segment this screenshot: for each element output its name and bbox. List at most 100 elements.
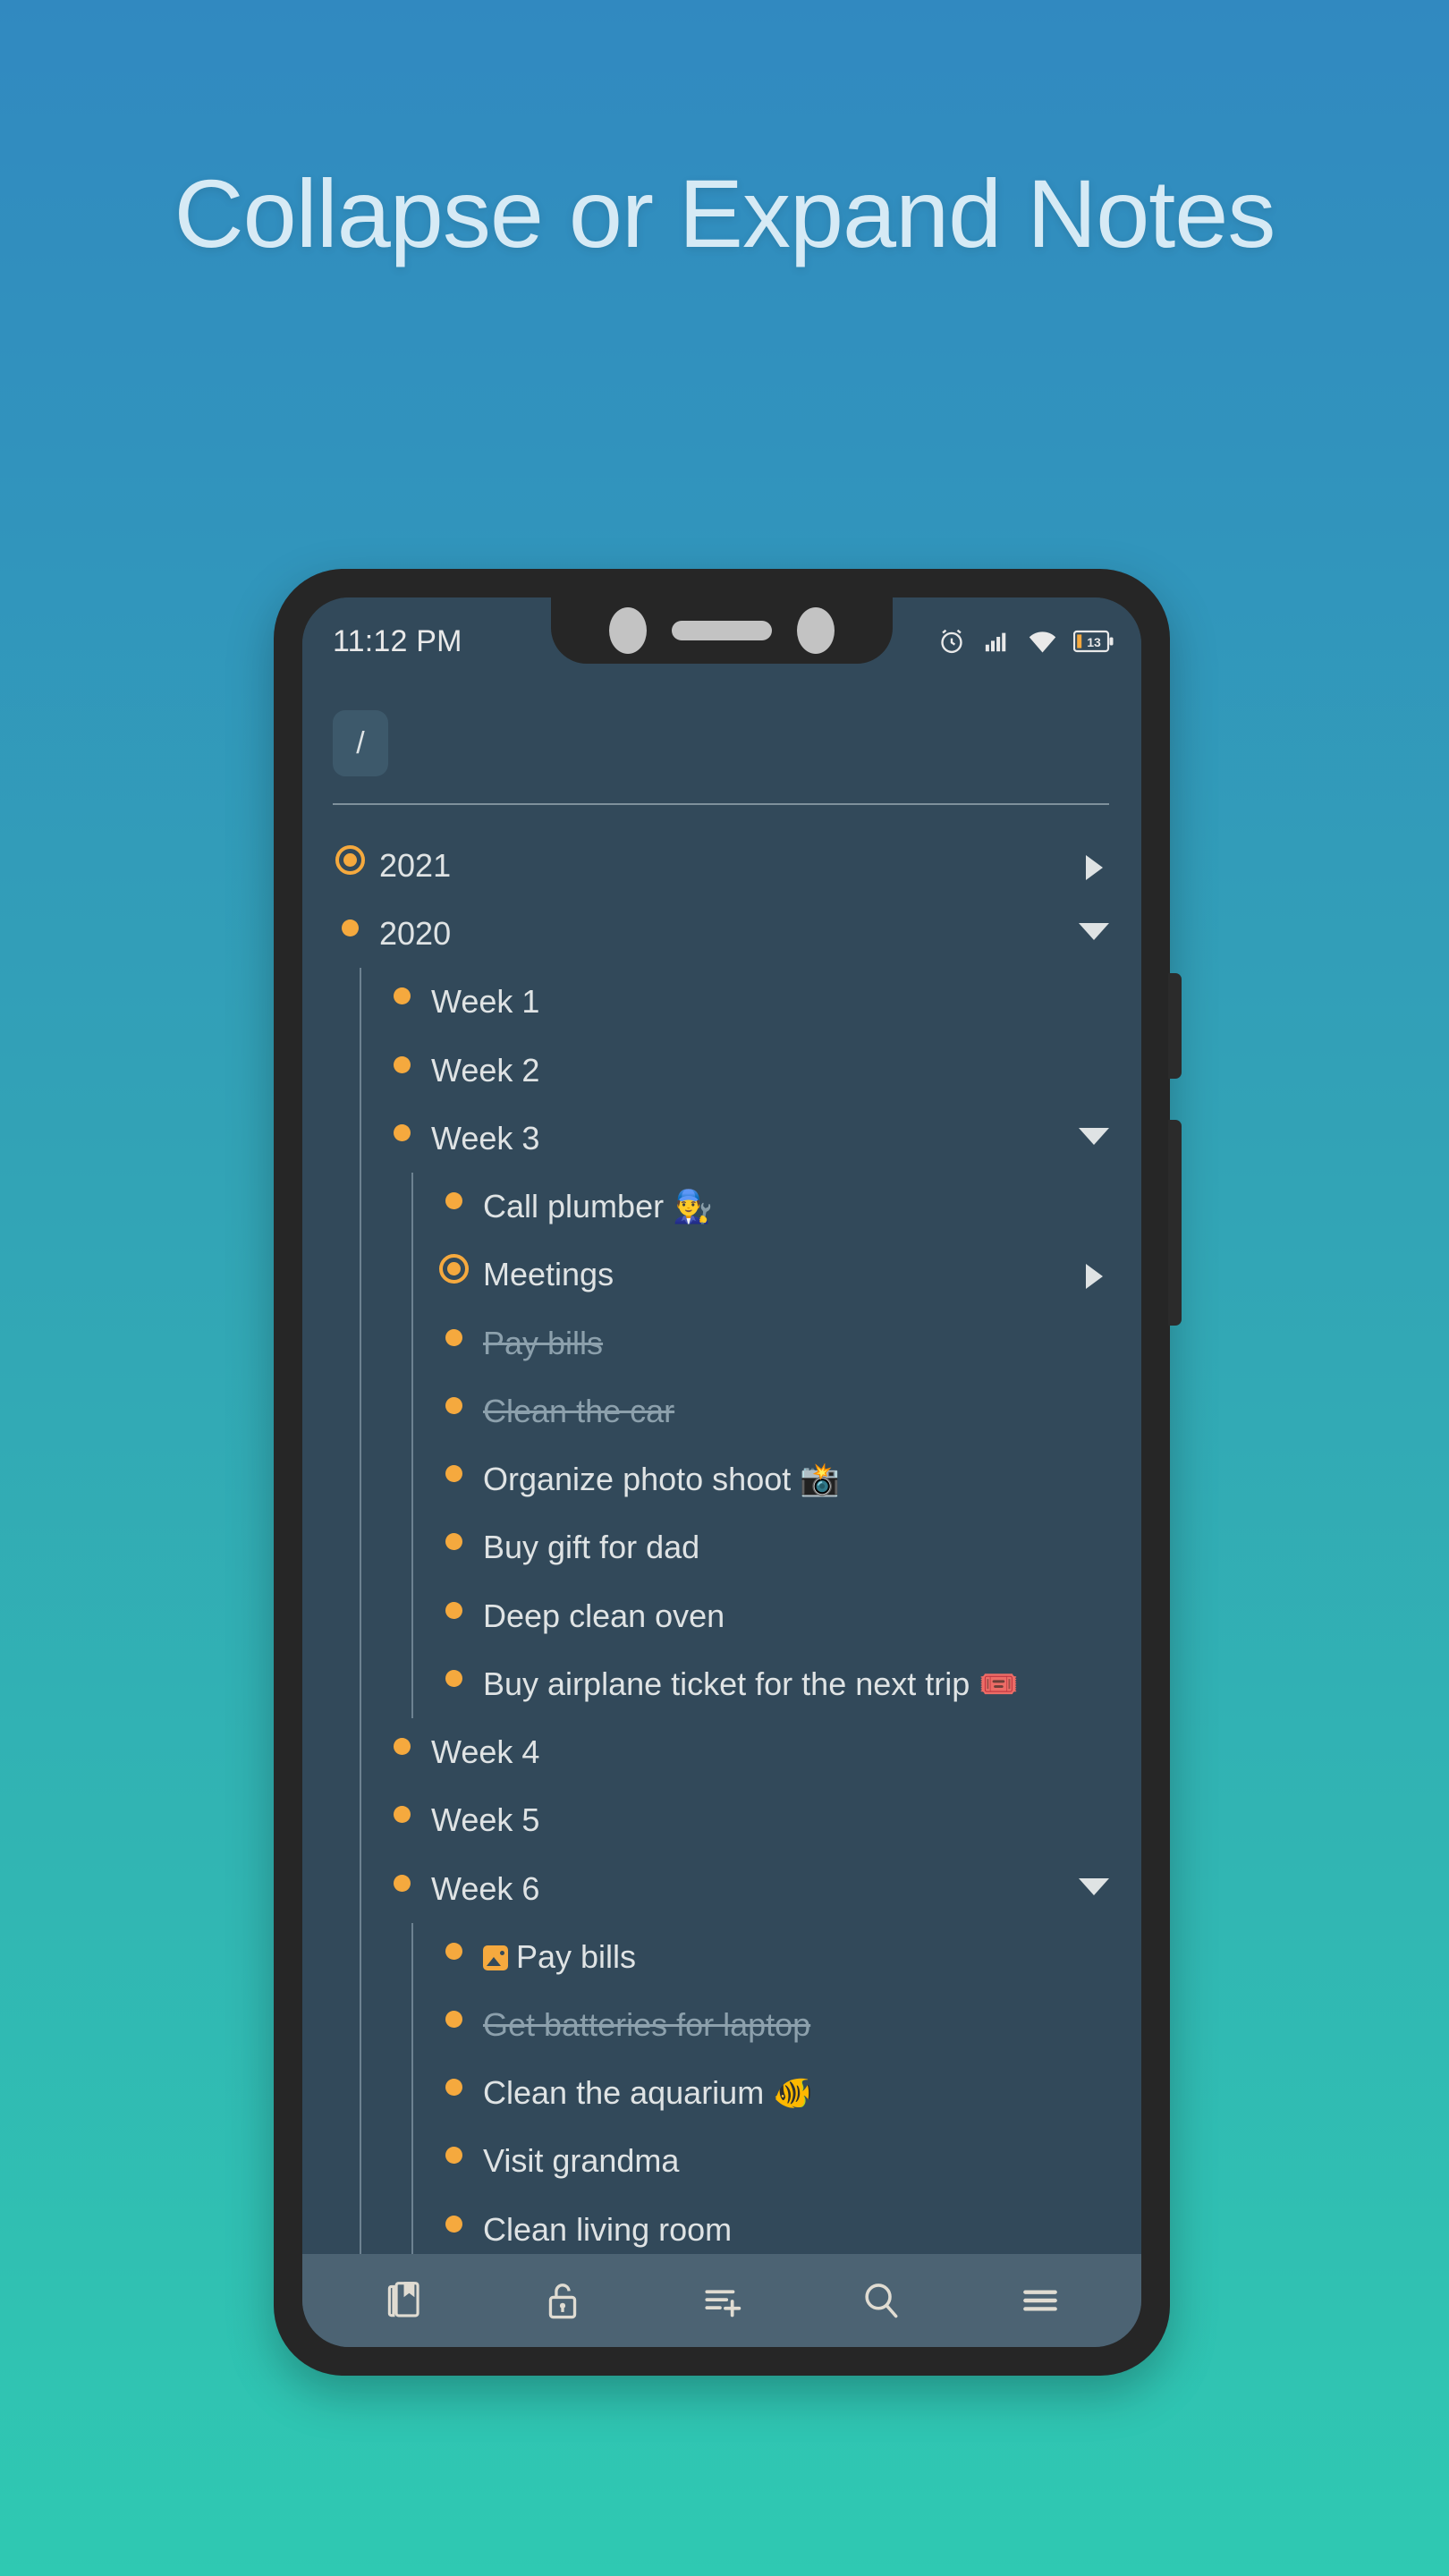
chevron-down-icon[interactable]	[1073, 1105, 1114, 1145]
outline-row-label: Clean the car	[483, 1392, 675, 1429]
outline-row-main[interactable]: Week 4	[381, 1718, 1073, 1786]
chevron-placeholder	[1073, 1786, 1114, 1809]
image-attachment-icon	[483, 1945, 508, 1970]
outline-row[interactable]: Buy gift for dad	[302, 1513, 1141, 1581]
outline-row-main[interactable]: 2021	[329, 832, 1073, 900]
outline-row[interactable]: Week 3	[302, 1105, 1141, 1173]
chevron-down-icon[interactable]	[1073, 1855, 1114, 1895]
outline-row-main[interactable]: Week 2	[381, 1037, 1073, 1105]
bullet-dot-icon[interactable]	[381, 1718, 422, 1756]
bullet-dot-icon[interactable]	[433, 1377, 474, 1414]
outline-row[interactable]: Week 1	[302, 968, 1141, 1036]
outline-row-main[interactable]: Pay bills	[433, 1923, 1073, 1991]
notebooks-icon[interactable]	[381, 2278, 426, 2323]
menu-icon[interactable]	[1018, 2278, 1063, 2323]
chevron-right-icon[interactable]	[1073, 832, 1114, 880]
outline-row-main[interactable]: Clean the aquarium 🐠	[433, 2059, 1073, 2127]
outline-row-label: Get batteries for laptop	[483, 2005, 811, 2043]
outline-group: Week 2	[302, 1036, 1141, 1105]
breadcrumb-root[interactable]: /	[333, 710, 388, 776]
chevron-placeholder	[1073, 1037, 1114, 1060]
outline-row-label: Buy airplane ticket for the next trip 🎟️	[483, 1665, 1020, 1702]
outline-group: Call plumber 👨‍🔧	[302, 1173, 1141, 1241]
bullet-dot-icon[interactable]	[381, 1105, 422, 1141]
outline-row-main[interactable]: Week 3	[381, 1105, 1073, 1173]
bullet-dot-icon[interactable]	[433, 1173, 474, 1210]
outline-row-main[interactable]: Buy gift for dad	[433, 1513, 1073, 1581]
outline-row-main[interactable]: Deep clean oven	[433, 1582, 1073, 1650]
outline-row[interactable]: 2020	[302, 900, 1141, 968]
outline-row[interactable]: Clean the car	[302, 1377, 1141, 1445]
chevron-placeholder	[1073, 1991, 1114, 2014]
bullet-dot-icon[interactable]	[433, 1991, 474, 2028]
outline-row-main[interactable]: Pay bills	[433, 1309, 1073, 1377]
outline-row-main[interactable]: Organize photo shoot 📸	[433, 1445, 1073, 1513]
outline-row-main[interactable]: Week 1	[381, 968, 1073, 1036]
phone-screen: 11:12 PM 13 / 2021 2020 Week 1 Week 2 We…	[302, 597, 1141, 2347]
bullet-dot-icon[interactable]	[433, 1650, 474, 1687]
bullet-dot-icon[interactable]	[381, 1037, 422, 1073]
outline-row-main[interactable]: Week 5	[381, 1786, 1073, 1854]
bullet-ring-icon[interactable]	[329, 832, 370, 875]
outline-row[interactable]: Get batteries for laptop	[302, 1991, 1141, 2059]
outline-group: Clean the aquarium 🐠	[302, 2059, 1141, 2128]
bullet-dot-icon[interactable]	[433, 1513, 474, 1551]
outline-row[interactable]: Week 6	[302, 1855, 1141, 1923]
bullet-dot-icon[interactable]	[433, 1582, 474, 1619]
outline-row-main[interactable]: 2020	[329, 900, 1073, 968]
outline-row-main[interactable]: Call plumber 👨‍🔧	[433, 1173, 1073, 1241]
chevron-down-icon[interactable]	[1073, 900, 1114, 941]
outline-row[interactable]: Visit grandma	[302, 2127, 1141, 2195]
outline-group: Buy airplane ticket for the next trip 🎟️	[302, 1649, 1141, 1719]
outline-row[interactable]: Clean the aquarium 🐠	[302, 2059, 1141, 2127]
unlock-icon[interactable]	[540, 2278, 585, 2323]
outline-row[interactable]: Call plumber 👨‍🔧	[302, 1173, 1141, 1241]
outline-row-label: Buy gift for dad	[483, 1529, 700, 1566]
outline-row-label: 2021	[379, 847, 452, 884]
outline-row[interactable]: Buy airplane ticket for the next trip 🎟️	[302, 1650, 1141, 1718]
outline-row-label: Organize photo shoot 📸	[483, 1461, 841, 1498]
bullet-dot-icon[interactable]	[329, 900, 370, 937]
outline-group: Buy gift for dad	[302, 1513, 1141, 1582]
bullet-dot-icon[interactable]	[433, 1445, 474, 1483]
outline-group: Pay bills	[302, 1922, 1141, 1991]
outline-row-main[interactable]: Clean the car	[433, 1377, 1073, 1445]
bullet-dot-icon[interactable]	[433, 2127, 474, 2165]
volume-button[interactable]	[1168, 973, 1182, 1079]
outline-group: Pay bills	[302, 1309, 1141, 1377]
outline-row[interactable]: Pay bills	[302, 1923, 1141, 1991]
outline-group: Get batteries for laptop	[302, 1990, 1141, 2060]
bullet-dot-icon[interactable]	[381, 968, 422, 1005]
outline-row[interactable]: Week 5	[302, 1786, 1141, 1854]
battery-level: 13	[1087, 635, 1101, 649]
outline-group: Week 4	[302, 1718, 1141, 1787]
outline-row[interactable]: Meetings	[302, 1241, 1141, 1309]
outline-row[interactable]: Organize photo shoot 📸	[302, 1445, 1141, 1513]
bullet-ring-icon[interactable]	[433, 1241, 474, 1284]
bullet-dot-icon[interactable]	[433, 1309, 474, 1346]
outline-row-main[interactable]: Meetings	[433, 1241, 1073, 1309]
chevron-right-icon[interactable]	[1073, 1241, 1114, 1290]
outline-row-label: Week 5	[431, 1801, 540, 1839]
outline-row-main[interactable]: Buy airplane ticket for the next trip 🎟️	[433, 1650, 1073, 1718]
bullet-dot-icon[interactable]	[433, 2196, 474, 2233]
search-icon[interactable]	[859, 2278, 903, 2323]
bullet-dot-icon[interactable]	[433, 1923, 474, 1960]
outline-row-main[interactable]: Week 6	[381, 1855, 1073, 1923]
outline-row[interactable]: Pay bills	[302, 1309, 1141, 1377]
outline-row[interactable]: Week 4	[302, 1718, 1141, 1786]
outline-row[interactable]: Week 2	[302, 1037, 1141, 1105]
outline-row-label: Meetings	[483, 1256, 614, 1293]
power-button[interactable]	[1168, 1120, 1182, 1326]
chevron-placeholder	[1073, 1309, 1114, 1333]
outline-row[interactable]: 2021	[302, 832, 1141, 900]
bottom-toolbar	[302, 2254, 1141, 2347]
outline-row[interactable]: Deep clean oven	[302, 1582, 1141, 1650]
bullet-dot-icon[interactable]	[381, 1855, 422, 1892]
outline-row-main[interactable]: Get batteries for laptop	[433, 1991, 1073, 2059]
bullet-dot-icon[interactable]	[433, 2059, 474, 2097]
add-note-icon[interactable]	[699, 2278, 744, 2323]
outline-row-main[interactable]: Visit grandma	[433, 2127, 1073, 2195]
outline-group: Deep clean oven	[302, 1581, 1141, 1650]
bullet-dot-icon[interactable]	[381, 1786, 422, 1824]
